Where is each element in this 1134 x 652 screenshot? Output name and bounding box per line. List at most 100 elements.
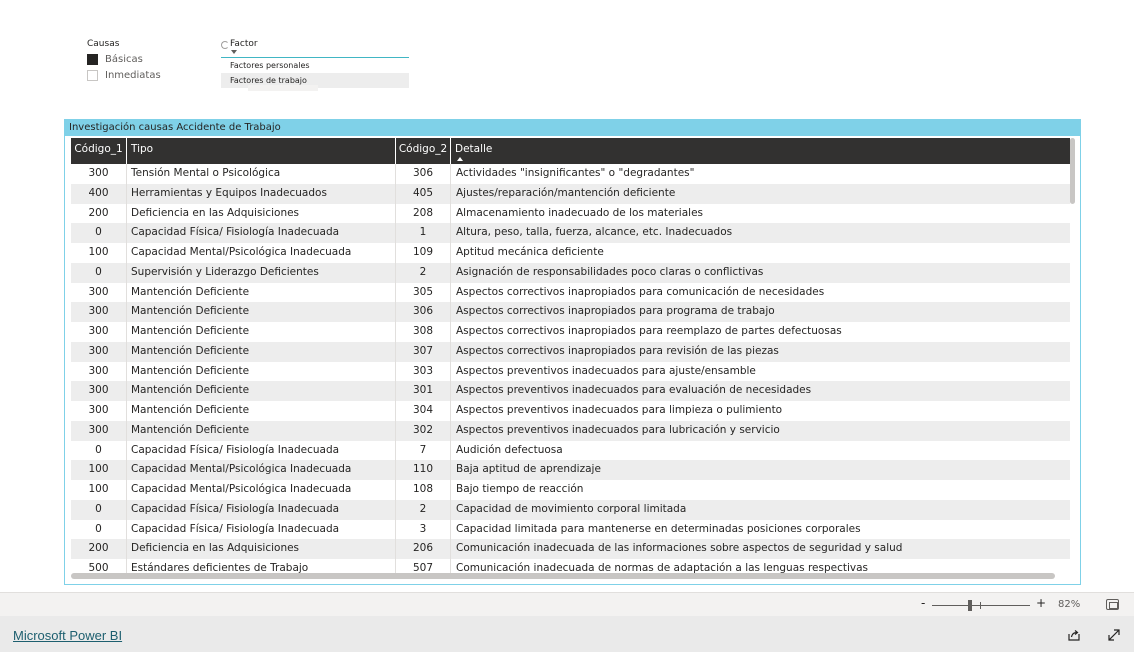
horizontal-scrollbar[interactable] [71, 573, 1055, 579]
factor-dropdown-list: Factores personales Factores de trabajo [221, 58, 409, 88]
cell-detalle: Capacidad de movimiento corporal limitad… [456, 502, 687, 515]
checkbox-checked-icon[interactable] [87, 53, 98, 65]
column-header-tipo[interactable]: Tipo [127, 138, 396, 164]
cell-tipo: Supervisión y Liderazgo Deficientes [127, 262, 396, 283]
vertical-scrollbar[interactable] [1070, 138, 1075, 204]
column-header-detalle[interactable]: Detalle [451, 138, 1070, 164]
zoom-slider-track[interactable] [932, 605, 1030, 606]
cell-codigo-2: 2 [396, 499, 451, 520]
table-row[interactable]: 300 Mantención Deficiente 302 Aspectos prev… [71, 420, 1070, 441]
cell-codigo-2: 306 [396, 302, 451, 322]
table-row[interactable]: 300 Tensión Mental o Psicológica 306 Activi… [71, 164, 1070, 184]
cell-detalle: Actividades "insignificantes" o "degrada… [456, 167, 695, 179]
cell-tipo: Mantención Deficiente [127, 361, 396, 382]
zoom-out-button[interactable]: - [921, 596, 925, 610]
chevron-down-icon[interactable] [231, 50, 237, 54]
cell-codigo-2: 109 [396, 243, 451, 263]
checkbox-unchecked-icon[interactable] [87, 69, 98, 81]
column-header-codigo-2[interactable]: Código_2 [396, 138, 451, 164]
table-row[interactable]: 200 Deficiencia en las Adquisiciones 206 Co… [71, 539, 1070, 559]
cell-codigo-2: 108 [396, 480, 451, 500]
cell-tipo: Capacidad Física/ Fisiología Inadecuada [127, 519, 396, 540]
cell-detalle: Aspectos correctivos inapropiados para r… [456, 325, 842, 337]
column-header-codigo-1[interactable]: Código_1 [71, 138, 127, 164]
causas-option-basicas[interactable]: Básicas [87, 51, 197, 67]
zoom-bar: - + 82% [0, 592, 1134, 616]
zoom-slider-tick [980, 602, 981, 609]
cell-tipo: Mantención Deficiente [127, 341, 396, 362]
cell-codigo-1: 300 [71, 381, 127, 401]
table-row[interactable]: 300 Mantención Deficiente 304 Aspectos prev… [71, 401, 1070, 421]
factor-dropdown-header[interactable]: Factor [221, 38, 409, 58]
table-title: Investigación causas Accidente de Trabaj… [65, 120, 1080, 136]
cell-detalle: Bajo tiempo de reacción [456, 483, 584, 495]
report-canvas: Causas Básicas Inmediatas Factor Factore… [0, 0, 1134, 592]
cell-detalle: Aspectos preventivos inadecuados para aj… [456, 364, 756, 377]
cell-codigo-1: 300 [71, 361, 127, 382]
cell-detalle: Aspectos preventivos inadecuados para ev… [456, 384, 812, 397]
table-row[interactable]: 300 Mantención Deficiente 306 Aspectos corr… [71, 302, 1070, 322]
factor-option-personales[interactable]: Factores personales [221, 58, 409, 73]
cell-codigo-2: 110 [396, 460, 451, 480]
table-row[interactable]: 0 Capacidad Física/ Fisiología Inadecuada… [71, 223, 1070, 243]
causas-option-inmediatas[interactable]: Inmediatas [87, 67, 197, 83]
cell-detalle: Aptitud mecánica deficiente [456, 246, 604, 258]
cell-detalle: Comunicación inadecuada de las informaci… [456, 542, 903, 555]
table-row[interactable]: 0 Capacidad Física/ Fisiología Inadecuada… [71, 519, 1070, 540]
table-row[interactable]: 300 Mantención Deficiente 307 Aspectos corr… [71, 341, 1070, 362]
cell-codigo-1: 300 [71, 164, 127, 184]
table-row[interactable]: 300 Mantención Deficiente 303 Aspectos prev… [71, 361, 1070, 382]
zoom-in-button[interactable]: + [1036, 596, 1046, 610]
loading-spinner-icon [221, 41, 229, 49]
cell-detalle: Audición defectuosa [456, 443, 563, 456]
cell-codigo-2: 302 [396, 420, 451, 441]
cell-codigo-2: 306 [396, 164, 451, 184]
cell-codigo-1: 200 [71, 203, 127, 224]
table-row[interactable]: 400 Herramientas y Equipos Inadecuados 405… [71, 183, 1070, 204]
table-row[interactable]: 0 Capacidad Física/ Fisiología Inadecuada… [71, 499, 1070, 520]
cell-codigo-2: 304 [396, 401, 451, 421]
cell-detalle: Aspectos preventivos inadecuados para lu… [456, 423, 780, 436]
dropdown-shadow [248, 85, 318, 91]
power-bi-link[interactable]: Microsoft Power BI [13, 628, 122, 643]
cell-tipo: Capacidad Física/ Fisiología Inadecuada [127, 223, 396, 243]
cell-codigo-2: 2 [396, 262, 451, 283]
cell-codigo-1: 300 [71, 282, 127, 303]
cell-codigo-2: 206 [396, 539, 451, 559]
cell-codigo-1: 100 [71, 460, 127, 480]
cell-tipo: Mantención Deficiente [127, 282, 396, 303]
cell-codigo-1: 0 [71, 519, 127, 540]
footer-bar: Microsoft Power BI [0, 616, 1134, 652]
cell-detalle: Aspectos correctivos inapropiados para r… [456, 344, 779, 357]
table-row[interactable]: 0 Supervisión y Liderazgo Deficientes 2 Asi… [71, 262, 1070, 283]
factor-slicer: Factor Factores personales Factores de t… [221, 38, 409, 91]
fit-to-page-icon[interactable] [1106, 599, 1119, 610]
cell-detalle: Almacenamiento inadecuado de los materia… [456, 206, 704, 219]
zoom-slider-thumb[interactable] [968, 600, 972, 611]
cell-detalle: Aspectos preventivos inadecuados para li… [456, 404, 783, 416]
data-table: Código_1 Tipo Código_2 Detalle 300 Tensió… [71, 138, 1070, 579]
table-row[interactable]: 200 Deficiencia en las Adquisiciones 208 Al… [71, 203, 1070, 224]
table-row[interactable]: 300 Mantención Deficiente 301 Aspectos prev… [71, 381, 1070, 401]
cell-tipo: Herramientas y Equipos Inadecuados [127, 183, 396, 204]
cell-tipo: Mantención Deficiente [127, 302, 396, 322]
cell-tipo: Deficiencia en las Adquisiciones [127, 203, 396, 224]
cell-codigo-1: 300 [71, 341, 127, 362]
share-icon[interactable] [1067, 628, 1081, 642]
cell-codigo-1: 300 [71, 322, 127, 342]
cell-codigo-1: 300 [71, 420, 127, 441]
sort-ascending-icon [457, 157, 463, 161]
table-row[interactable]: 300 Mantención Deficiente 305 Aspectos corr… [71, 282, 1070, 303]
cell-codigo-1: 300 [71, 302, 127, 322]
table-row[interactable]: 0 Capacidad Física/ Fisiología Inadecuada… [71, 440, 1070, 461]
cell-codigo-2: 7 [396, 440, 451, 461]
table-row[interactable]: 100 Capacidad Mental/Psicológica Inadecua… [71, 243, 1070, 263]
cell-codigo-1: 400 [71, 183, 127, 204]
table-row[interactable]: 300 Mantención Deficiente 308 Aspectos corr… [71, 322, 1070, 342]
cell-codigo-2: 405 [396, 183, 451, 204]
table-row[interactable]: 100 Capacidad Mental/Psicológica Inadecua… [71, 460, 1070, 480]
fullscreen-icon[interactable] [1107, 628, 1121, 642]
table-row[interactable]: 100 Capacidad Mental/Psicológica Inadecua… [71, 480, 1070, 500]
cell-codigo-1: 0 [71, 499, 127, 520]
cell-detalle: Aspectos correctivos inapropiados para c… [456, 285, 825, 298]
